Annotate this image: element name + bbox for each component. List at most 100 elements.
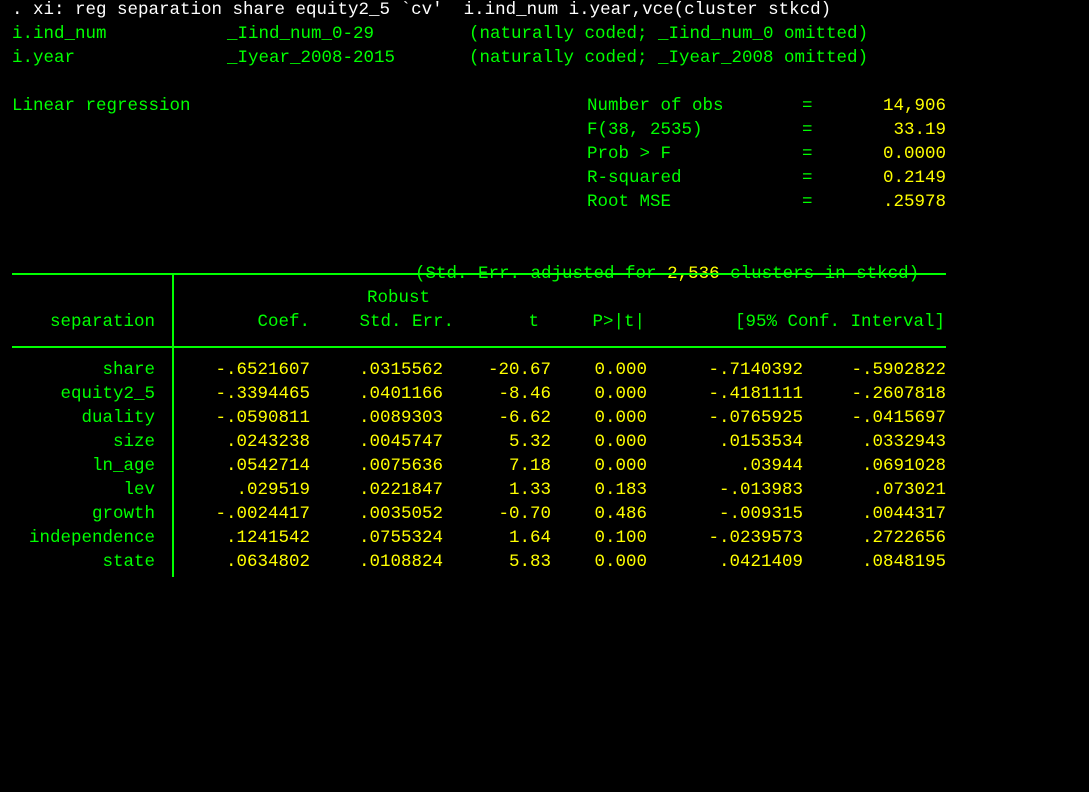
cell-ci-high: .0691028 xyxy=(861,456,946,476)
row-variable-name: share xyxy=(102,360,155,380)
scrollbar[interactable] xyxy=(1077,0,1089,577)
cell-coef: .0634802 xyxy=(225,552,310,572)
table-header-rule xyxy=(12,346,946,348)
command-line: . xi: reg separation share equity2_5 `cv… xyxy=(12,0,832,20)
stat-value: 0.0000 xyxy=(882,144,946,164)
cell-t: -20.67 xyxy=(487,360,551,380)
cell-ci-low: .0153534 xyxy=(718,432,803,452)
xi-dummies: _Iyear_2008-2015 xyxy=(227,48,396,68)
header-p: P>|t| xyxy=(592,312,645,332)
cell-t: -0.70 xyxy=(498,504,551,524)
cell-std-err: .0108824 xyxy=(358,552,443,572)
header-dep-var: separation xyxy=(49,312,155,332)
stat-value: .25978 xyxy=(882,192,946,212)
stat-label: R-squared xyxy=(587,168,682,188)
stat-label: F(38, 2535) xyxy=(587,120,703,140)
table-row: growth -.0024417 .0035052 -0.70 0.486 -.00931… xyxy=(0,502,1089,526)
cell-coef: -.3394465 xyxy=(215,384,310,404)
cell-ci-low: -.013983 xyxy=(718,480,803,500)
table-header-top: Robust xyxy=(0,286,1089,310)
cell-std-err: .0075636 xyxy=(358,456,443,476)
stata-results-window: . xi: reg separation share equity2_5 `cv… xyxy=(0,0,1089,577)
xi-term: i.year xyxy=(12,48,76,68)
cell-ci-low: -.4181111 xyxy=(708,384,803,404)
table-row: duality -.0590811 .0089303 -6.62 0.000 -.0765… xyxy=(0,406,1089,430)
stat-equals: = xyxy=(802,168,813,188)
xi-expansion-ind-num: i.ind_num _Iind_num_0-29 (naturally code… xyxy=(12,22,1072,46)
row-variable-name: ln_age xyxy=(91,456,155,476)
cell-ci-high: .0332943 xyxy=(861,432,946,452)
stat-equals: = xyxy=(802,144,813,164)
stat-value: 14,906 xyxy=(882,96,946,116)
table-row: independence .1241542 .0755324 1.64 0.100 -.0… xyxy=(0,526,1089,550)
stat-equals: = xyxy=(802,120,813,140)
stat-equals: = xyxy=(802,192,813,212)
table-row: equity2_5 -.3394465 .0401166 -8.46 0.000 -.41… xyxy=(0,382,1089,406)
cell-t: 5.32 xyxy=(508,432,551,452)
cell-p: 0.000 xyxy=(594,408,647,428)
cell-t: 1.33 xyxy=(508,480,551,500)
cell-ci-high: .2722656 xyxy=(861,528,946,548)
cell-std-err: .0035052 xyxy=(358,504,443,524)
cell-ci-low: -.009315 xyxy=(718,504,803,524)
xi-note: (naturally coded; _Iyear_2008 omitted) xyxy=(469,48,869,68)
cell-coef: .0243238 xyxy=(225,432,310,452)
xi-term: i.ind_num xyxy=(12,24,107,44)
cell-ci-high: .0848195 xyxy=(861,552,946,572)
stat-row: R-squared = 0.2149 xyxy=(0,166,1089,190)
cell-ci-low: .03944 xyxy=(739,456,803,476)
cell-p: 0.000 xyxy=(594,384,647,404)
cell-ci-high: -.0415697 xyxy=(851,408,946,428)
cell-p: 0.000 xyxy=(594,456,647,476)
table-row: share -.6521607 .0315562 -20.67 0.000 -.71403… xyxy=(0,358,1089,382)
stat-value: 33.19 xyxy=(893,120,946,140)
header-robust: Robust xyxy=(366,288,430,308)
cell-coef: .0542714 xyxy=(225,456,310,476)
header-std-err: Std. Err. xyxy=(359,312,454,332)
cell-p: 0.000 xyxy=(594,360,647,380)
cell-coef: .029519 xyxy=(236,480,310,500)
row-variable-name: size xyxy=(112,432,155,452)
table-row: size .0243238 .0045747 5.32 0.000 .0153534 .03… xyxy=(0,430,1089,454)
cell-std-err: .0401166 xyxy=(358,384,443,404)
row-variable-name: equity2_5 xyxy=(60,384,155,404)
header-coef: Coef. xyxy=(257,312,310,332)
cell-ci-low: -.7140392 xyxy=(708,360,803,380)
cell-ci-high: .0044317 xyxy=(861,504,946,524)
cell-std-err: .0755324 xyxy=(358,528,443,548)
cell-std-err: .0089303 xyxy=(358,408,443,428)
stat-row: Root MSE = .25978 xyxy=(0,190,1089,214)
cell-ci-high: -.5902822 xyxy=(851,360,946,380)
xi-expansion-year: i.year _Iyear_2008-2015 (naturally coded… xyxy=(12,46,1072,70)
cell-p: 0.183 xyxy=(594,480,647,500)
stat-row: Prob > F = 0.0000 xyxy=(0,142,1089,166)
table-row: ln_age .0542714 .0075636 7.18 0.000 .03944 .06… xyxy=(0,454,1089,478)
cell-p: 0.000 xyxy=(594,552,647,572)
xi-dummies: _Iind_num_0-29 xyxy=(227,24,375,44)
cell-p: 0.100 xyxy=(594,528,647,548)
stat-value: 0.2149 xyxy=(882,168,946,188)
row-variable-name: independence xyxy=(28,528,155,548)
cell-p: 0.000 xyxy=(594,432,647,452)
cell-std-err: .0045747 xyxy=(358,432,443,452)
cell-p: 0.486 xyxy=(594,504,647,524)
cell-t: 5.83 xyxy=(508,552,551,572)
cell-ci-low: -.0239573 xyxy=(708,528,803,548)
cell-t: -6.62 xyxy=(498,408,551,428)
stat-label: Number of obs xyxy=(587,96,724,116)
stat-label: Prob > F xyxy=(587,144,672,164)
cell-std-err: .0315562 xyxy=(358,360,443,380)
cell-t: 7.18 xyxy=(508,456,551,476)
stat-equals: = xyxy=(802,96,813,116)
row-variable-name: lev xyxy=(123,480,155,500)
row-variable-name: duality xyxy=(81,408,155,428)
table-row: state .0634802 .0108824 5.83 0.000 .0421409 .0… xyxy=(0,550,1089,574)
cluster-note: (Std. Err. adjusted for 2,536 clusters i… xyxy=(373,238,973,284)
cell-coef: -.0590811 xyxy=(215,408,310,428)
cell-coef: -.0024417 xyxy=(215,504,310,524)
cell-t: -8.46 xyxy=(498,384,551,404)
cell-ci-low: .0421409 xyxy=(718,552,803,572)
stat-row: F(38, 2535) = 33.19 xyxy=(0,118,1089,142)
cell-t: 1.64 xyxy=(508,528,551,548)
cell-coef: -.6521607 xyxy=(215,360,310,380)
